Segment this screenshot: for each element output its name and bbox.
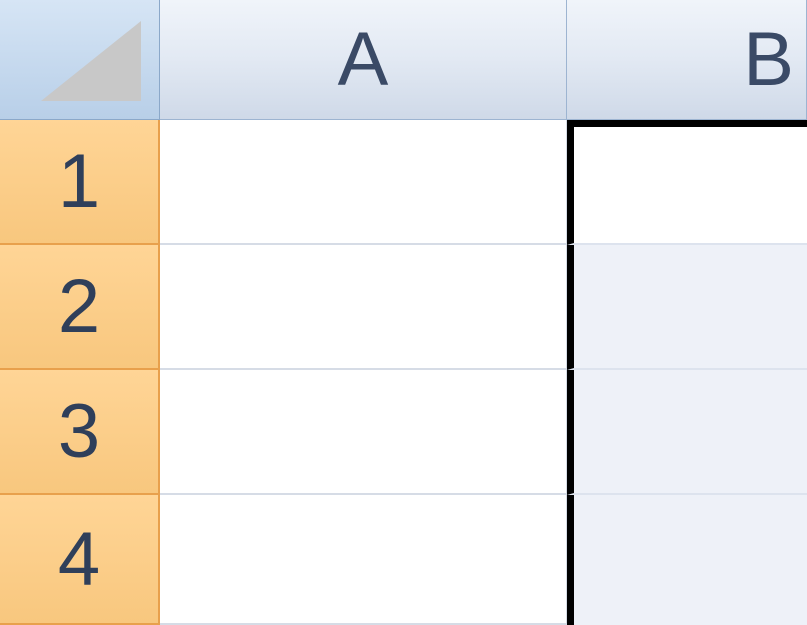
spreadsheet-grid: A B 1 2 3 4 — [0, 0, 807, 625]
cell-b3[interactable] — [567, 370, 807, 495]
select-all-corner[interactable] — [0, 0, 160, 120]
row-header-4[interactable]: 4 — [0, 495, 160, 625]
row-header-2[interactable]: 2 — [0, 245, 160, 370]
cell-b2[interactable] — [567, 245, 807, 370]
cell-a1[interactable] — [160, 120, 567, 245]
row-header-3[interactable]: 3 — [0, 370, 160, 495]
cell-a2[interactable] — [160, 245, 567, 370]
cell-b4[interactable] — [567, 495, 807, 625]
column-header-b[interactable]: B — [567, 0, 807, 120]
cell-a3[interactable] — [160, 370, 567, 495]
cell-a4[interactable] — [160, 495, 567, 625]
cell-b1[interactable] — [567, 120, 807, 245]
row-header-1[interactable]: 1 — [0, 120, 160, 245]
column-header-a[interactable]: A — [160, 0, 567, 120]
